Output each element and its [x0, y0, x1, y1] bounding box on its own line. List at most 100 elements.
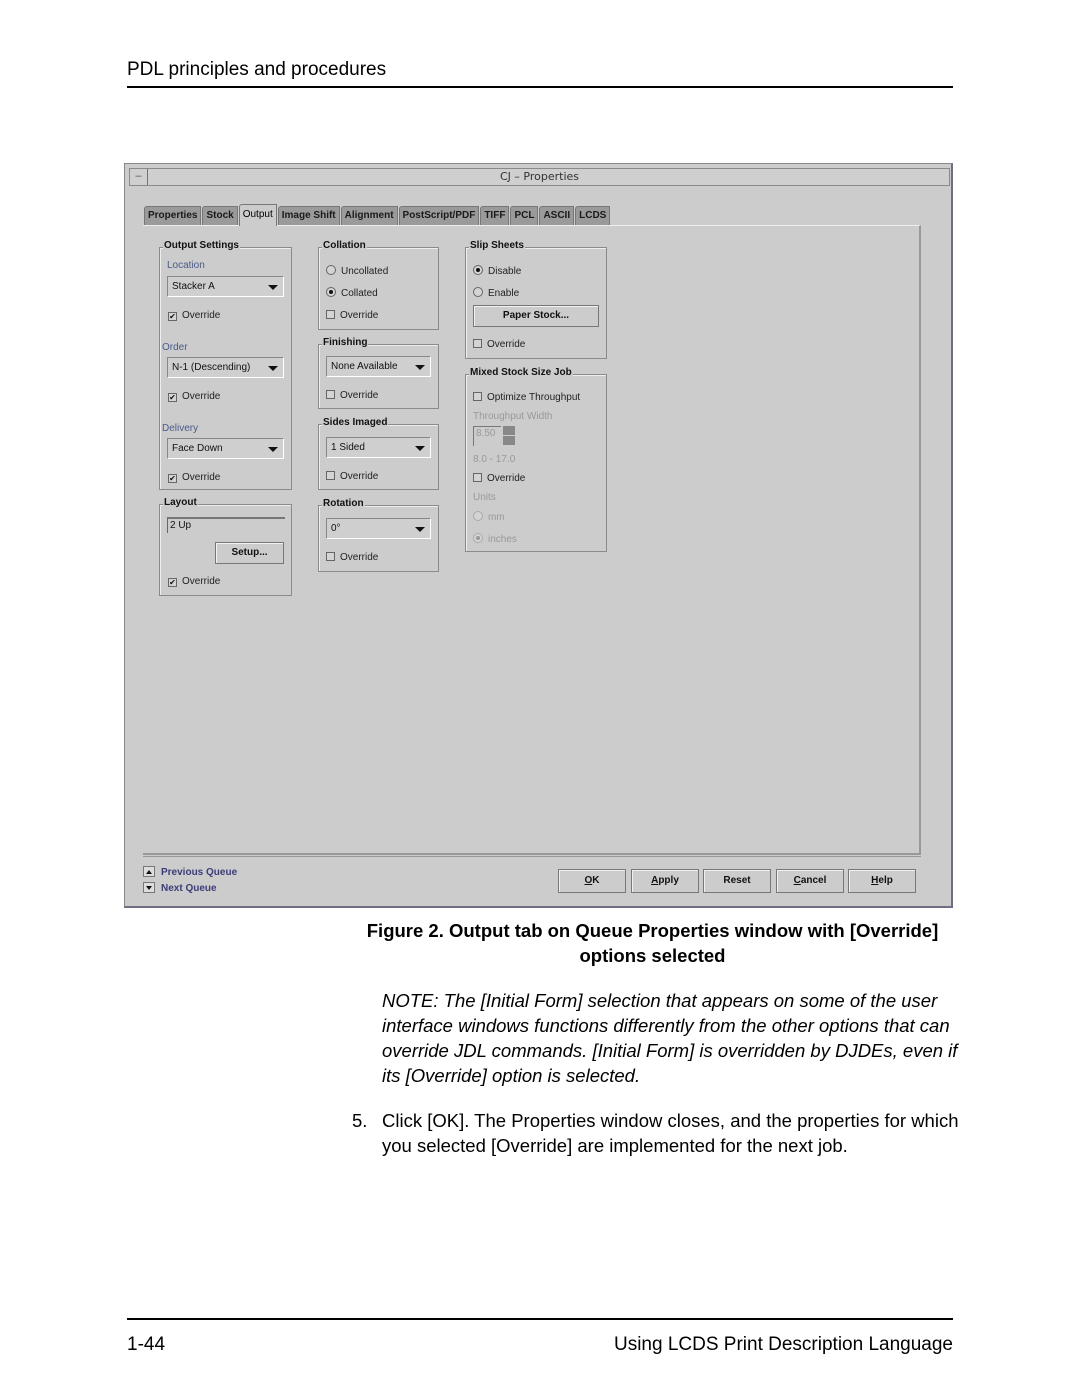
sides-imaged-value: 1 Sided — [331, 442, 365, 453]
delivery-override-checkbox[interactable]: ✔ Override — [168, 472, 220, 484]
paper-stock-button[interactable]: Paper Stock... — [473, 305, 599, 327]
next-queue-button[interactable]: Next Queue — [143, 882, 217, 894]
cancel-button[interactable]: Cancel — [776, 869, 844, 893]
mm-radio[interactable]: mm — [473, 511, 505, 524]
layout-override-checkbox[interactable]: ✔ Override — [168, 576, 220, 588]
finishing-legend: Finishing — [322, 337, 369, 348]
book-title: Using LCDS Print Description Language — [613, 1334, 953, 1355]
tab-postscript-pdf[interactable]: PostScript/PDF — [398, 206, 480, 226]
slip-sheets-override-checkbox[interactable]: Override — [473, 339, 525, 351]
tab-ascii[interactable]: ASCII — [539, 206, 575, 226]
chevron-down-icon — [415, 527, 425, 532]
layout-legend: Layout — [163, 497, 198, 508]
checkbox-unchecked-icon — [473, 473, 482, 482]
enable-radio[interactable]: Enable — [473, 287, 519, 300]
checkbox-checked-icon: ✔ — [168, 578, 177, 587]
chevron-down-icon — [268, 285, 278, 290]
sides-imaged-group: Sides Imaged 1 Sided Override — [318, 417, 439, 490]
step-text: Click [OK]. The Properties window closes… — [382, 1110, 959, 1156]
inches-radio[interactable]: inches — [473, 533, 517, 546]
tab-lcds[interactable]: LCDS — [575, 206, 611, 226]
page-header: PDL principles and procedures — [127, 58, 953, 88]
optimize-throughput-checkbox[interactable]: Optimize Throughput — [473, 392, 580, 404]
tab-properties[interactable]: Properties — [144, 206, 202, 226]
order-value: N-1 (Descending) — [172, 362, 251, 373]
location-label: Location — [167, 260, 205, 271]
spinner-up-icon[interactable] — [503, 426, 515, 435]
ok-button[interactable]: OK — [558, 869, 626, 893]
radio-selected-icon — [473, 533, 483, 543]
radio-selected-icon — [326, 287, 336, 297]
radio-unselected-icon — [326, 265, 336, 275]
chevron-down-icon — [415, 446, 425, 451]
finishing-override-checkbox[interactable]: Override — [326, 390, 378, 402]
layout-value-field[interactable]: 2 Up — [167, 517, 285, 533]
location-override-checkbox[interactable]: ✔ Override — [168, 310, 220, 322]
tab-pcl[interactable]: PCL — [510, 206, 539, 226]
uncollated-radio[interactable]: Uncollated — [326, 265, 388, 278]
throughput-width-field[interactable]: 8.50 — [473, 426, 501, 446]
mixed-stock-legend: Mixed Stock Size Job — [469, 367, 573, 378]
collation-override-checkbox[interactable]: Override — [326, 310, 378, 322]
throughput-range-label: 8.0 - 17.0 — [473, 454, 516, 465]
page-footer: 1-44 Using LCDS Print Description Langua… — [127, 1318, 953, 1358]
order-override-checkbox[interactable]: ✔ Override — [168, 391, 220, 403]
checkbox-checked-icon: ✔ — [168, 393, 177, 402]
tab-tiff[interactable]: TIFF — [480, 206, 510, 226]
previous-queue-button[interactable]: Previous Queue — [143, 866, 237, 878]
arrow-down-icon — [143, 882, 155, 893]
delivery-select[interactable]: Face Down — [167, 438, 284, 459]
reset-button[interactable]: Reset — [703, 869, 771, 893]
finishing-select[interactable]: None Available — [326, 356, 431, 377]
chevron-down-icon — [268, 366, 278, 371]
rotation-legend: Rotation — [322, 498, 365, 509]
delivery-value: Face Down — [172, 443, 223, 454]
order-label: Order — [162, 342, 188, 353]
sides-imaged-select[interactable]: 1 Sided — [326, 437, 431, 458]
step-number: 5. — [352, 1110, 368, 1131]
slip-sheets-legend: Slip Sheets — [469, 240, 525, 251]
checkbox-unchecked-icon — [473, 339, 482, 348]
tab-alignment[interactable]: Alignment — [340, 206, 398, 226]
radio-selected-icon — [473, 265, 483, 275]
title-bar: – CJ – Properties — [129, 168, 950, 186]
finishing-group: Finishing None Available Override — [318, 337, 439, 409]
checkbox-checked-icon: ✔ — [168, 474, 177, 483]
tab-bar: Properties Stock Output Image Shift Alig… — [144, 204, 611, 226]
sides-imaged-legend: Sides Imaged — [322, 417, 389, 428]
tab-output[interactable]: Output — [238, 204, 277, 226]
slip-sheets-group: Slip Sheets Disable Enable Paper Stock..… — [465, 240, 607, 359]
rotation-select[interactable]: 0° — [326, 518, 431, 539]
radio-unselected-icon — [473, 511, 483, 521]
page-number: 1-44 — [127, 1334, 166, 1355]
layout-group: Layout 2 Up Setup... ✔ Override — [159, 497, 292, 596]
location-select[interactable]: Stacker A — [167, 276, 284, 297]
page-header-title: PDL principles and procedures — [127, 59, 387, 80]
checkbox-unchecked-icon — [473, 392, 482, 401]
checkbox-unchecked-icon — [326, 471, 335, 480]
chevron-down-icon — [268, 447, 278, 452]
delivery-label: Delivery — [162, 423, 199, 434]
checkbox-unchecked-icon — [326, 310, 335, 319]
units-label: Units — [473, 492, 496, 503]
spinner-down-icon[interactable] — [503, 436, 515, 445]
finishing-value: None Available — [331, 361, 398, 372]
help-button[interactable]: Help — [848, 869, 916, 893]
checkbox-checked-icon: ✔ — [168, 312, 177, 321]
location-value: Stacker A — [172, 281, 215, 292]
rotation-override-checkbox[interactable]: Override — [326, 552, 378, 564]
rotation-value: 0° — [331, 523, 341, 534]
throughput-width-label: Throughput Width — [473, 411, 553, 422]
disable-radio[interactable]: Disable — [473, 265, 521, 278]
arrow-up-icon — [143, 866, 155, 877]
mixed-stock-override-checkbox[interactable]: Override — [473, 473, 525, 485]
tab-stock[interactable]: Stock — [202, 206, 238, 226]
apply-button[interactable]: Apply — [631, 869, 699, 893]
collated-radio[interactable]: Collated — [326, 287, 378, 300]
note-paragraph: NOTE: The [Initial Form] selection that … — [382, 990, 958, 1086]
tab-image-shift[interactable]: Image Shift — [277, 206, 340, 226]
sides-imaged-override-checkbox[interactable]: Override — [326, 471, 378, 483]
order-select[interactable]: N-1 (Descending) — [167, 357, 284, 378]
setup-button[interactable]: Setup... — [215, 542, 284, 564]
throughput-width-spinner: 8.50 — [473, 426, 515, 446]
